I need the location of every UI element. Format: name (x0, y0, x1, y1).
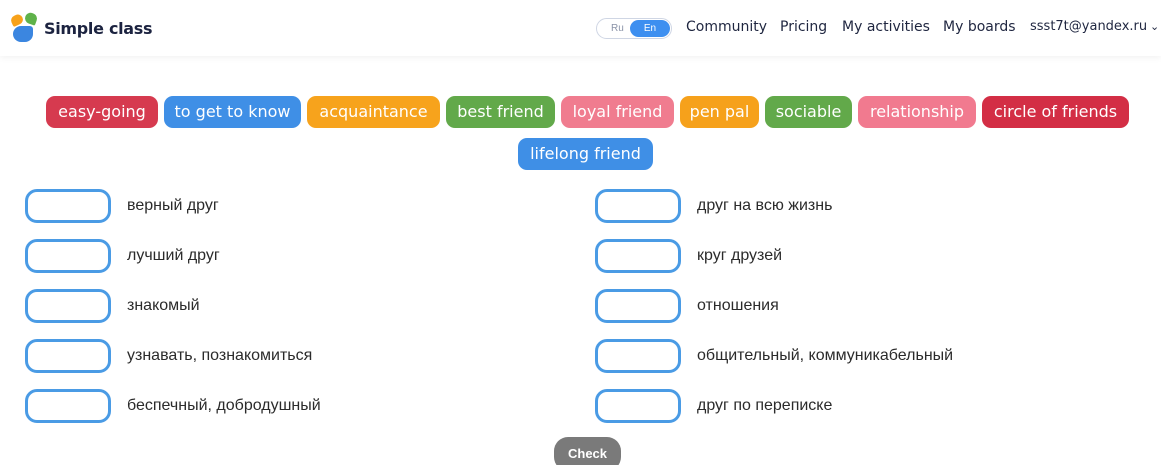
nav-my-boards-link[interactable]: My boards (943, 19, 1016, 35)
translation-label: верный друг (127, 197, 219, 214)
match-row: беспечный, добродушный (25, 389, 565, 423)
word-chip[interactable]: sociable (765, 96, 852, 128)
word-chip[interactable]: circle of friends (982, 96, 1129, 128)
translation-label: круг друзей (697, 247, 783, 264)
answer-slot[interactable] (595, 389, 681, 423)
answer-slot[interactable] (595, 189, 681, 223)
word-chip[interactable]: best friend (446, 96, 555, 128)
nav-community-link[interactable]: Community (686, 19, 767, 35)
match-row: круг друзей (595, 239, 1135, 273)
app-logo[interactable]: Simple class (9, 11, 153, 45)
language-toggle[interactable]: Ru En (596, 18, 672, 39)
answer-slot[interactable] (25, 239, 111, 273)
translation-label: беспечный, добродушный (127, 397, 321, 414)
word-chip[interactable]: easy-going (46, 96, 158, 128)
translation-label: друг по переписке (697, 397, 833, 414)
translation-label: общительный, коммуникабельный (697, 347, 954, 364)
match-row: общительный, коммуникабельный (595, 339, 1135, 373)
translation-label: друг на всю жизнь (697, 197, 833, 214)
translation-label: знакомый (127, 297, 200, 314)
user-menu[interactable]: ssst7t@yandex.ru (1030, 19, 1147, 34)
translation-label: узнавать, познакомиться (127, 347, 313, 364)
translation-label: отношения (697, 297, 779, 314)
match-row: отношения (595, 289, 1135, 323)
answer-slot[interactable] (25, 389, 111, 423)
word-chip[interactable]: relationship (858, 96, 976, 128)
lang-ru-option[interactable]: Ru (611, 23, 624, 34)
translation-label: лучший друг (127, 247, 220, 264)
lang-en-option[interactable]: En (630, 20, 670, 37)
answer-slot[interactable] (25, 289, 111, 323)
app-name: Simple class (44, 18, 153, 38)
match-row: знакомый (25, 289, 565, 323)
logo-icon (9, 11, 40, 43)
word-chip[interactable]: to get to know (164, 96, 301, 128)
match-row: узнавать, познакомиться (25, 339, 565, 373)
match-row: друг по переписке (595, 389, 1135, 423)
nav-pricing-link[interactable]: Pricing (780, 19, 827, 35)
check-button[interactable]: Check (554, 437, 621, 465)
match-row: верный друг (25, 189, 565, 223)
chevron-down-icon[interactable]: ⌄ (1150, 20, 1159, 33)
answer-slot[interactable] (25, 189, 111, 223)
match-row: лучший друг (25, 239, 565, 273)
answer-slot[interactable] (595, 239, 681, 273)
match-row: друг на всю жизнь (595, 189, 1135, 223)
top-header: Simple class Ru En Community Pricing My … (0, 0, 1161, 56)
word-chip[interactable]: pen pal (680, 96, 759, 128)
word-chip[interactable]: loyal friend (561, 96, 674, 128)
answer-slot[interactable] (595, 289, 681, 323)
answer-slot[interactable] (595, 339, 681, 373)
nav-my-activities-link[interactable]: My activities (842, 19, 930, 35)
word-chip[interactable]: acquaintance (307, 96, 440, 128)
word-chip[interactable]: lifelong friend (518, 138, 653, 170)
answer-slot[interactable] (25, 339, 111, 373)
